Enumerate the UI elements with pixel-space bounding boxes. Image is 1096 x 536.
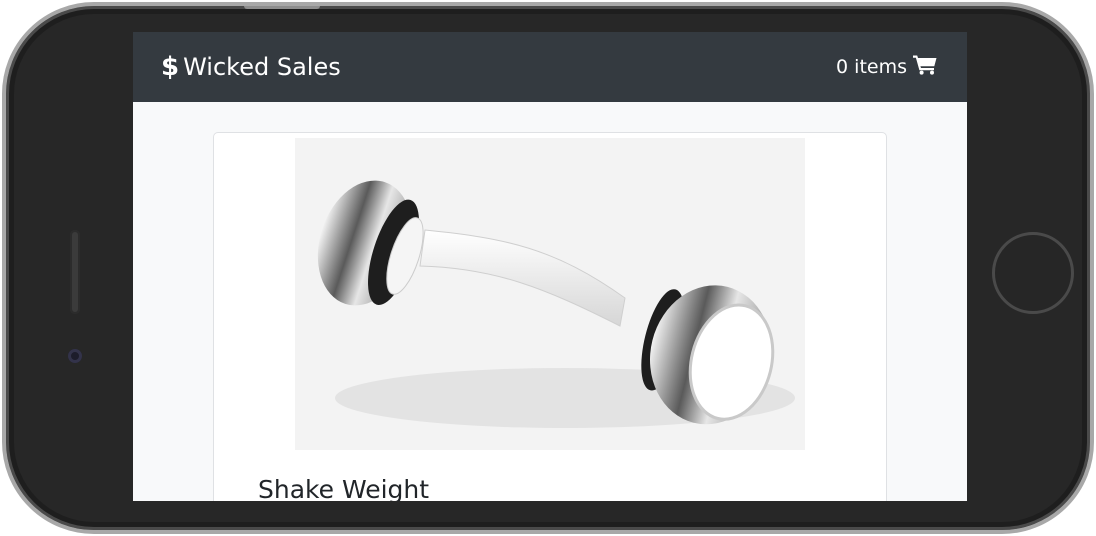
- brand-link[interactable]: $ Wicked Sales: [161, 52, 341, 82]
- product-image[interactable]: [295, 138, 805, 450]
- phone-speaker: [70, 230, 80, 314]
- brand-name: Wicked Sales: [183, 53, 341, 81]
- shopping-cart-icon: [913, 54, 937, 80]
- dollar-icon: $: [161, 52, 180, 82]
- navbar: $ Wicked Sales 0 items: [133, 32, 967, 102]
- product-title: Shake Weight: [258, 475, 430, 501]
- cart-summary[interactable]: 0 items: [836, 54, 937, 80]
- phone-home-button[interactable]: [992, 232, 1074, 314]
- app-screen: $ Wicked Sales 0 items Shake Weight: [133, 32, 967, 501]
- phone-side-button: [244, 6, 320, 9]
- product-card[interactable]: Shake Weight: [213, 132, 887, 501]
- cart-item-count: 0 items: [836, 56, 907, 78]
- phone-camera: [68, 349, 82, 363]
